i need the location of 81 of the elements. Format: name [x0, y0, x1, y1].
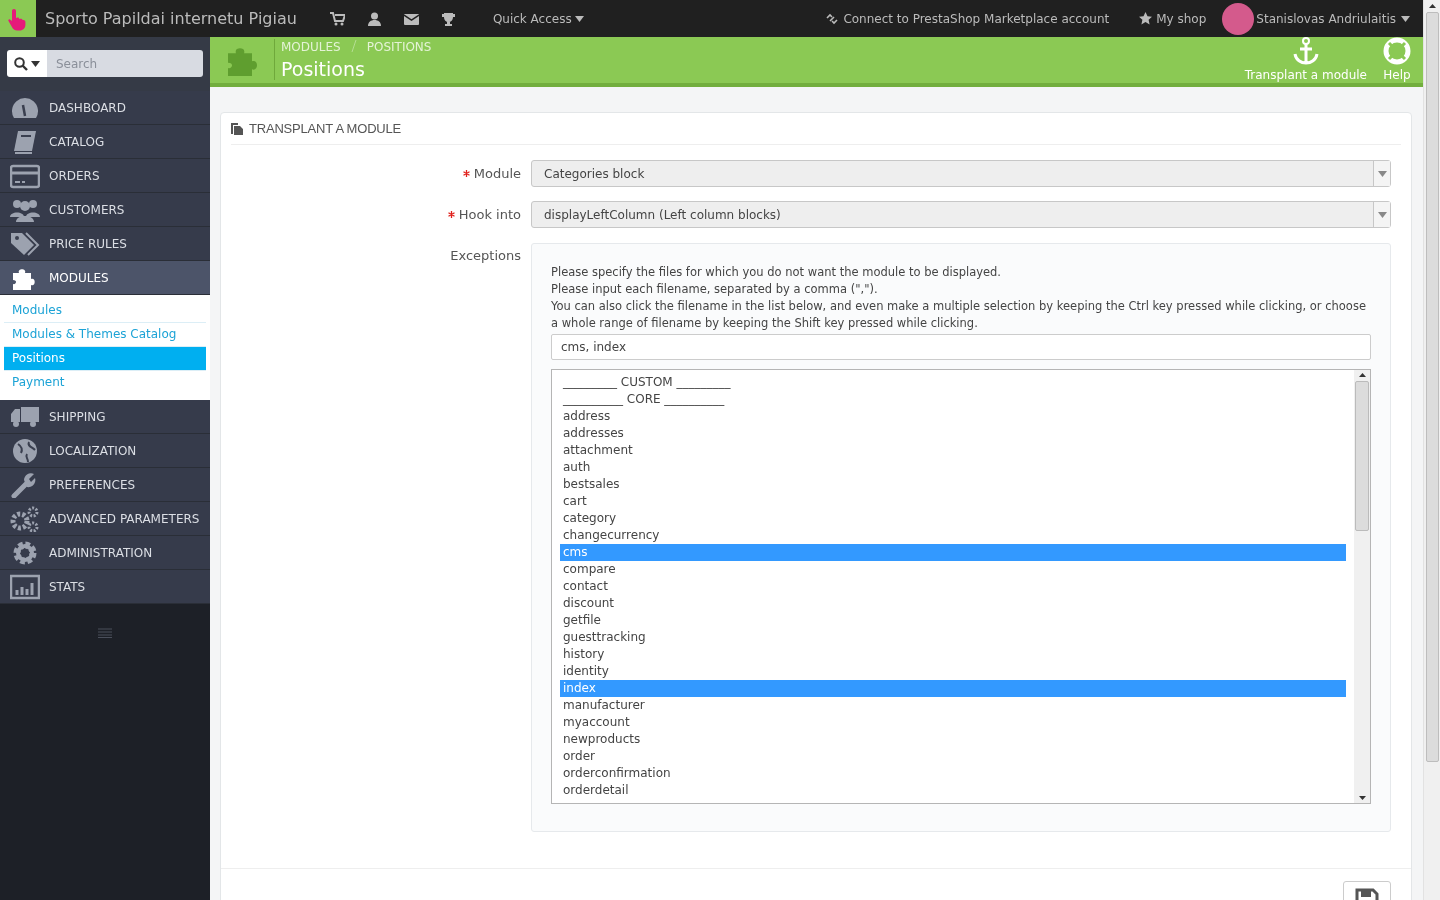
caret-icon	[574, 15, 584, 22]
search-button[interactable]	[7, 50, 47, 77]
list-option[interactable]: newproducts	[560, 731, 1346, 748]
scroll-up-icon	[1358, 373, 1366, 377]
sidebar-item[interactable]: PRICE RULES	[0, 227, 210, 261]
list-option[interactable]: contact	[560, 578, 1346, 595]
required-icon	[447, 211, 455, 218]
slash-icon	[350, 39, 357, 52]
list-option[interactable]: bestsales	[560, 476, 1346, 493]
list-option[interactable]: addresses	[560, 425, 1346, 442]
required-icon	[462, 170, 470, 177]
help-text: Please input each filename, separated by a comma (",").	[551, 281, 879, 298]
list-option[interactable]: attachment	[560, 442, 1346, 459]
user-icon[interactable]	[366, 11, 382, 26]
envelope-icon[interactable]	[403, 11, 419, 26]
list-option[interactable]: address	[560, 408, 1346, 425]
caret-icon	[1377, 170, 1387, 177]
list-option[interactable]: myaccount	[560, 714, 1346, 731]
list-option[interactable]: orderconfirmation	[560, 765, 1346, 782]
list-option[interactable]: __________ CORE __________	[560, 391, 1346, 408]
sidebar-item[interactable]: PREFERENCES	[0, 468, 210, 502]
list-option[interactable]: discount	[560, 595, 1346, 612]
list-option[interactable]: category	[560, 510, 1346, 527]
field-label: Module	[473, 166, 521, 181]
quick-access-menu[interactable]: Quick Access	[492, 11, 584, 26]
list-option[interactable]: auth	[560, 459, 1346, 476]
list-scrollbar[interactable]	[1354, 370, 1370, 803]
marketplace-link[interactable]: Connect to PrestaShop Marketplace account	[825, 11, 1110, 26]
cart-icon[interactable]	[329, 11, 345, 26]
list-option[interactable]: changecurrency	[560, 527, 1346, 544]
caret-icon	[31, 60, 40, 67]
user-menu[interactable]: Stanislovas Andriulaitis	[1256, 11, 1410, 26]
caret-icon	[1377, 211, 1387, 218]
caret-icon	[1401, 15, 1410, 22]
field-label: Exceptions	[450, 248, 521, 263]
anchor-icon	[1291, 37, 1320, 65]
sidebar-item[interactable]: CUSTOMERS	[0, 193, 210, 227]
document-icon	[231, 122, 244, 135]
help-text: You can also click the filename in the list below, and even make a multiple selection by keeping the Ctrl key pressed while clicking, or choose a whole range of filename by keeping the Shift key pressed while clicking.	[551, 298, 1367, 332]
page-scrollbar[interactable]	[1423, 0, 1440, 900]
sidebar-item[interactable]: MODULES	[0, 261, 210, 295]
trophy-icon[interactable]	[440, 11, 456, 26]
panel-title: TRANSPLANT A MODULE	[249, 121, 401, 136]
credit-card-icon	[10, 162, 40, 189]
shop-name: Sporto Papildai internetu Pigiau	[45, 9, 297, 28]
avatar[interactable]	[1222, 2, 1255, 35]
exceptions-input[interactable]: cms, index	[551, 334, 1371, 360]
list-option[interactable]: history	[560, 646, 1346, 663]
help-text: Please specify the files for which you do not want the module to be displayed.	[551, 264, 1003, 281]
list-option[interactable]: guesttracking	[560, 629, 1346, 646]
sidebar-item[interactable]: ADVANCED PARAMETERS	[0, 502, 210, 536]
list-option[interactable]: manufacturer	[560, 697, 1346, 714]
list-option[interactable]: compare	[560, 561, 1346, 578]
sidebar-item[interactable]: SHIPPING	[0, 400, 210, 434]
list-option[interactable]: orderdetail	[560, 782, 1346, 799]
star-icon	[1139, 12, 1153, 25]
list-option[interactable]: order	[560, 748, 1346, 765]
sidebar-item[interactable]: ADMINISTRATION	[0, 536, 210, 570]
bar-chart-icon	[10, 573, 40, 600]
sidebar-item[interactable]: CATALOG	[0, 125, 210, 159]
globe-icon	[10, 437, 40, 464]
page-title: Positions	[281, 57, 366, 80]
sidebar-item[interactable]: STATS	[0, 570, 210, 604]
list-option[interactable]: identity	[560, 663, 1346, 680]
list-option[interactable]: getfile	[560, 612, 1346, 629]
gears-icon	[10, 505, 40, 532]
dropdown-field[interactable]: Categories block	[531, 160, 1391, 187]
scroll-up-icon[interactable]	[1428, 4, 1436, 8]
search-icon	[14, 56, 28, 71]
field-label: Hook into	[458, 207, 521, 222]
my-shop-link[interactable]: My shop	[1139, 11, 1207, 26]
tag-icon	[10, 230, 40, 257]
link-icon	[825, 11, 840, 26]
sidebar-item[interactable]: ORDERS	[0, 159, 210, 193]
sidebar-item[interactable]: LOCALIZATION	[0, 434, 210, 468]
dropdown-field[interactable]: displayLeftColumn (Left column blocks)	[531, 201, 1391, 228]
search-field[interactable]: Search	[47, 50, 203, 77]
list-option[interactable]: cart	[560, 493, 1346, 510]
scroll-down-icon	[1358, 796, 1366, 800]
sidebar-item[interactable]: DASHBOARD	[0, 91, 210, 125]
list-option[interactable]: _________ CUSTOM _________	[560, 374, 1346, 391]
